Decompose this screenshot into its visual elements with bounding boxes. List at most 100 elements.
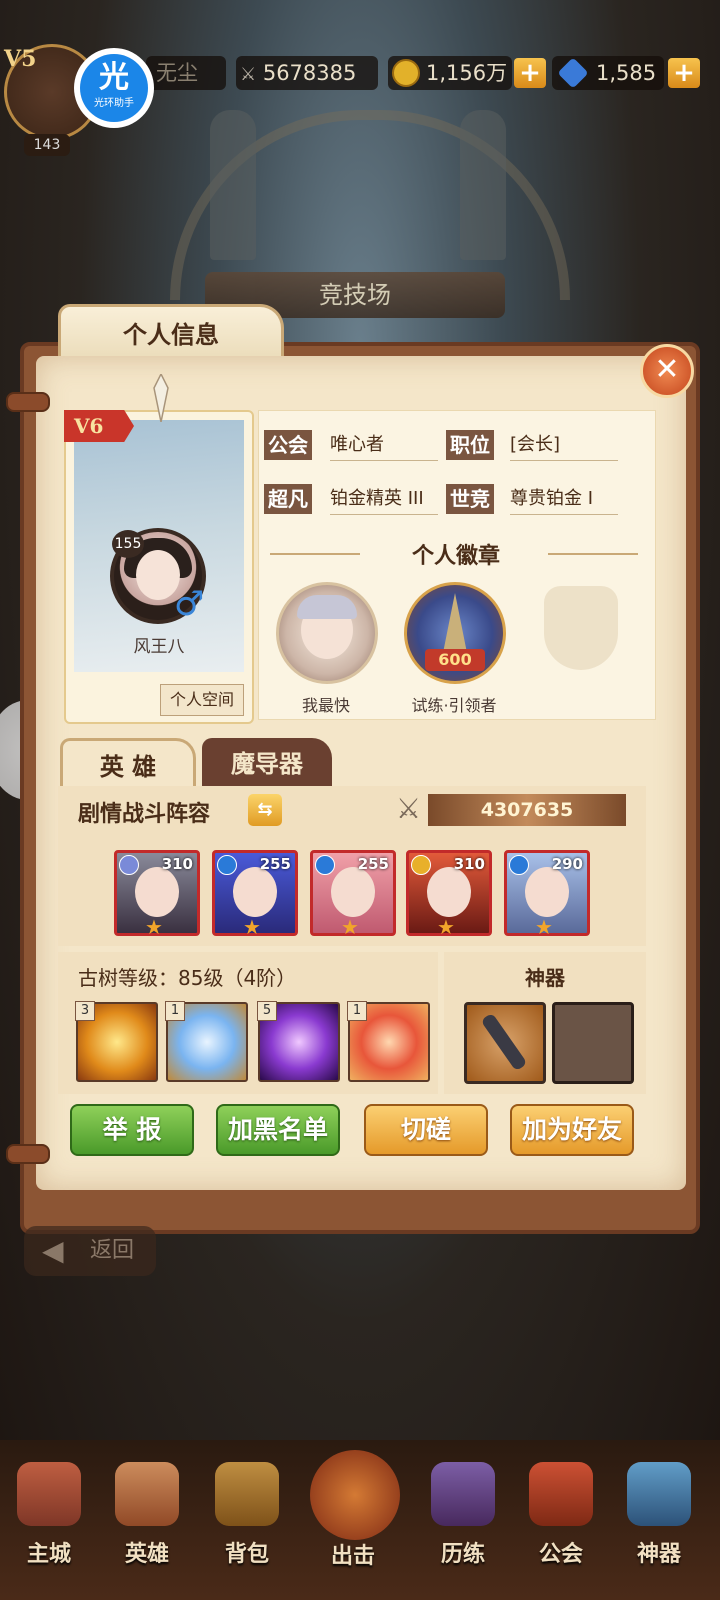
add-gem-button[interactable]: + (668, 58, 700, 88)
swords-icon: ⚔ (240, 64, 257, 85)
badges-title: 个人徽章 (411, 544, 500, 569)
power-display: ⚔ 5678385 (236, 56, 378, 90)
tree-skill[interactable]: 5 (257, 1001, 340, 1082)
star-icon: ★ (145, 915, 163, 939)
nav-main-city[interactable]: 主城 (6, 1462, 92, 1582)
power-value: 5678385 (262, 61, 357, 85)
pin-icon (153, 374, 169, 422)
nav-label: 历练 (440, 1542, 485, 1567)
swap-lineup-button[interactable]: ⇆ (248, 794, 282, 826)
gold-coin-icon (392, 59, 420, 87)
player-name-field[interactable]: 无尘 (146, 56, 226, 90)
helmet-icon (431, 1462, 495, 1526)
badge-fastest[interactable] (276, 582, 378, 684)
back-arrow-icon: ◀ (42, 1234, 64, 1267)
backpack-icon (215, 1462, 279, 1526)
back-button[interactable]: ◀ 返回 (24, 1226, 156, 1276)
binder-ring (6, 392, 50, 412)
background-statue (460, 110, 506, 260)
vip-level: V5 (4, 46, 37, 72)
tree-skill[interactable]: 1 (347, 1001, 430, 1082)
badge-trial-leader-label: 试练·引领者 (411, 696, 497, 715)
hero-slot[interactable]: 310 ★ (406, 850, 492, 939)
badge-fastest-label: 我最快 (301, 696, 350, 715)
shijing-label: 世竞 (446, 484, 494, 514)
nav-heroes[interactable]: 英雄 (104, 1462, 190, 1582)
guild-shield-icon (529, 1462, 593, 1526)
artifact-empty-slot[interactable] (552, 1002, 634, 1084)
chaofan-label: 超凡 (264, 484, 312, 514)
shijing-value: 尊贵铂金 I (510, 484, 618, 515)
nav-artifact[interactable]: 神器 (616, 1462, 702, 1582)
close-button[interactable]: ✕ (640, 344, 694, 398)
element-icon (509, 855, 529, 875)
add-friend-button[interactable]: 加为好友 (510, 1104, 634, 1156)
personal-space-button[interactable]: 个人空间 (160, 684, 244, 716)
guild-value[interactable]: 唯心者 (330, 430, 438, 461)
gold-display: 1,156万 (388, 56, 512, 90)
artifact-hammer[interactable] (464, 1002, 546, 1084)
gold-value: 1,156万 (426, 61, 508, 85)
report-button[interactable]: 举 报 (70, 1104, 194, 1156)
nav-label: 背包 (224, 1542, 269, 1567)
star-icon: ★ (437, 915, 455, 939)
star-icon: ★ (341, 915, 359, 939)
castle-icon (17, 1462, 81, 1526)
gem-value: 1,585 (596, 61, 657, 85)
nav-label: 神器 (636, 1542, 681, 1567)
nav-backpack[interactable]: 背包 (204, 1462, 290, 1582)
hero-slot[interactable]: 310 ★ (114, 850, 200, 939)
badge-number: 600 (425, 649, 485, 671)
tree-skill[interactable]: 1 (165, 1001, 248, 1082)
hero-slot[interactable]: 255 ★ (212, 850, 298, 939)
hero-level: 310 (161, 855, 193, 873)
lineup-title: 剧情战斗阵容 (78, 802, 211, 827)
tab-magic-device[interactable]: 魔导器 (202, 738, 332, 790)
swap-icon: ⇆ (257, 799, 273, 820)
artifact-title: 神器 (525, 966, 565, 990)
empty-badge-slot (544, 586, 618, 670)
nav-training[interactable]: 历练 (420, 1462, 506, 1582)
vip-badge: V6 (64, 410, 134, 442)
hero-slot[interactable]: 255 ★ (310, 850, 396, 939)
tab-personal-info[interactable]: 个人信息 (58, 304, 284, 363)
lineup-power: 4307635 (428, 794, 626, 826)
nav-label: 出击 (330, 1544, 375, 1569)
star-icon: ★ (243, 915, 261, 939)
helper-glyph: 光 (99, 60, 129, 95)
ancient-tree-title: 古树等级：85级（4阶） (78, 966, 297, 990)
tab-hero[interactable]: 英 雄 (60, 738, 196, 793)
hero-level: 255 (259, 855, 291, 873)
hero-level: 290 (551, 855, 583, 873)
position-value: [会长] (510, 430, 618, 461)
crossed-swords-icon (310, 1450, 400, 1540)
hero-slot[interactable]: 290 ★ (504, 850, 590, 939)
hero-level: 255 (357, 855, 389, 873)
hero-portrait (135, 867, 179, 917)
spar-button[interactable]: 切磋 (364, 1104, 488, 1156)
back-label: 返回 (89, 1238, 134, 1263)
nav-attack[interactable]: 出击 (310, 1450, 400, 1570)
hero-portrait (525, 867, 569, 917)
tower-icon (443, 593, 467, 653)
chaofan-value: 铂金精英 III (330, 484, 438, 515)
element-icon (217, 855, 237, 875)
background-statue (210, 110, 256, 260)
badge-trial-leader[interactable]: 600 (404, 582, 506, 684)
profile-level: 155 (112, 530, 144, 558)
badge-hair (297, 595, 357, 619)
nav-guild[interactable]: 公会 (518, 1462, 604, 1582)
add-gold-button[interactable]: + (514, 58, 546, 88)
nav-label: 公会 (538, 1542, 583, 1567)
gem-display: 1,585 (552, 56, 664, 90)
binder-ring (6, 1144, 50, 1164)
guanghuan-helper-icon[interactable]: 光 光环助手 (74, 48, 154, 128)
hero-portrait (331, 867, 375, 917)
hero-portrait (427, 867, 471, 917)
tree-skill[interactable]: 3 (75, 1001, 158, 1082)
skill-count: 1 (347, 1001, 367, 1021)
blacklist-button[interactable]: 加黑名单 (216, 1104, 340, 1156)
close-icon: ✕ (654, 352, 680, 387)
hero-portrait (233, 867, 277, 917)
skill-count: 1 (165, 1001, 185, 1021)
